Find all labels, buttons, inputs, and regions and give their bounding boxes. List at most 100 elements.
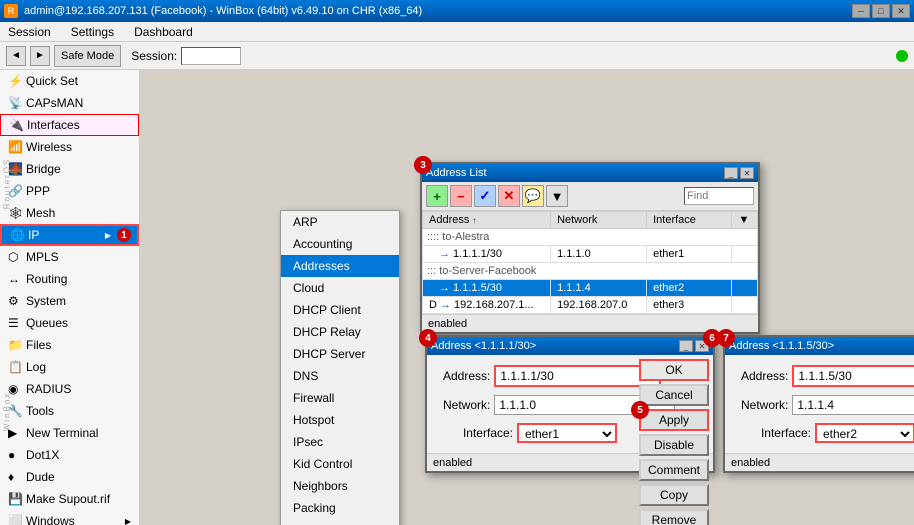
copy-button-left[interactable]: Copy xyxy=(639,484,709,506)
address-list-window: 3 Address List _ ✕ + − ✓ ✕ 💬 ▼ xyxy=(420,162,760,334)
addr-filter-button[interactable]: ▼ xyxy=(546,185,568,207)
addr-remove-button[interactable]: − xyxy=(450,185,472,207)
ok-button-left[interactable]: OK xyxy=(639,359,709,381)
sidebar-item-routing[interactable]: ↔ Routing xyxy=(0,268,139,290)
forward-button[interactable]: ► xyxy=(30,46,50,66)
addr-cell: → 1.1.1.1/30 xyxy=(423,246,551,263)
sidebar-item-files[interactable]: 📁 Files xyxy=(0,334,139,356)
network-form-group: Network: ▼ xyxy=(435,391,625,419)
addr-detail-right-titlebar[interactable]: Address <1.1.1.5/30> _ ✕ xyxy=(725,337,914,355)
submenu-packing[interactable]: Packing xyxy=(281,497,399,519)
address-list-titlebar[interactable]: Address List _ ✕ xyxy=(422,164,758,182)
menu-dashboard[interactable]: Dashboard xyxy=(130,25,197,39)
sidebar-item-newterminal[interactable]: ▶ New Terminal xyxy=(0,422,139,444)
address-input[interactable] xyxy=(496,367,659,385)
sidebar-item-bridge[interactable]: 🌉 Bridge xyxy=(0,158,139,180)
table-row-selected[interactable]: → 1.1.1.5/30 1.1.1.4 ether2 xyxy=(423,280,758,297)
apply-button-left[interactable]: Apply xyxy=(639,409,709,431)
address-input-container xyxy=(494,365,661,387)
sidebar-item-ppp[interactable]: 🔗 PPP xyxy=(0,180,139,202)
remove-button-left[interactable]: Remove xyxy=(639,509,709,525)
submenu-accounting[interactable]: Accounting xyxy=(281,233,399,255)
sidebar-label-dot1x: Dot1X xyxy=(26,448,59,462)
interface-select[interactable]: ether1 xyxy=(519,425,615,443)
submenu-pool[interactable]: Pool xyxy=(281,519,399,525)
session-label: Session: xyxy=(131,49,177,63)
col-dropdown[interactable]: ▼ xyxy=(732,212,758,229)
table-row[interactable]: :::: to-Alestra xyxy=(423,229,758,246)
interface-label: Interface: xyxy=(443,426,513,440)
sidebar-item-capsman[interactable]: 📡 CAPsMAN xyxy=(0,92,139,114)
disable-button-left[interactable]: Disable xyxy=(639,434,709,456)
network-input-right[interactable] xyxy=(793,396,914,414)
interface-cell: ether1 xyxy=(647,246,732,263)
sidebar-item-radius[interactable]: ◉ RADIUS xyxy=(0,378,139,400)
badge-1: 1 xyxy=(117,228,131,242)
sidebar-item-queues[interactable]: ☰ Queues xyxy=(0,312,139,334)
interface-select-container: ether1 xyxy=(517,423,617,443)
menu-settings[interactable]: Settings xyxy=(67,25,118,39)
col-address: Address ↑ xyxy=(423,212,551,229)
submenu-neighbors[interactable]: Neighbors xyxy=(281,475,399,497)
table-row[interactable]: ::: to-Server-Facebook xyxy=(423,263,758,280)
cancel-button-left[interactable]: Cancel xyxy=(639,384,709,406)
sidebar-item-interfaces[interactable]: 🔌 Interfaces xyxy=(0,114,139,136)
sidebar-item-ip[interactable]: 🌐 IP ▶ 1 xyxy=(0,224,139,246)
addr-comment-button[interactable]: 💬 xyxy=(522,185,544,207)
addr-cell-selected: → 1.1.1.5/30 xyxy=(423,280,551,297)
submenu-dns[interactable]: DNS xyxy=(281,365,399,387)
sidebar-item-wireless[interactable]: 📶 Wireless xyxy=(0,136,139,158)
addr-list-close[interactable]: ✕ xyxy=(740,167,754,179)
menu-session[interactable]: Session xyxy=(4,25,55,39)
sidebar-item-log[interactable]: 📋 Log xyxy=(0,356,139,378)
sidebar-item-dude[interactable]: ♦ Dude xyxy=(0,466,139,488)
back-button[interactable]: ◄ xyxy=(6,46,26,66)
address-label-right: Address: xyxy=(741,369,788,383)
addr-detail-left-titlebar[interactable]: Address <1.1.1.1/30> _ ✕ xyxy=(427,337,713,355)
maximize-button[interactable]: □ xyxy=(872,4,890,18)
minimize-button[interactable]: ─ xyxy=(852,4,870,18)
submenu-dhcprelay[interactable]: DHCP Relay xyxy=(281,321,399,343)
row-action-selected xyxy=(732,280,758,297)
windows-arrow-icon: ▶ xyxy=(125,517,131,525)
addr-enable-button[interactable]: ✓ xyxy=(474,185,496,207)
sidebar-label-mpls: MPLS xyxy=(26,250,59,264)
ip-arrow-icon: ▶ xyxy=(105,231,111,240)
close-button[interactable]: ✕ xyxy=(892,4,910,18)
submenu-hotspot[interactable]: Hotspot xyxy=(281,409,399,431)
sidebar-item-system[interactable]: ⚙ System xyxy=(0,290,139,312)
addr-list-minimize[interactable]: _ xyxy=(724,167,738,179)
sidebar-item-dot1x[interactable]: ● Dot1X xyxy=(0,444,139,466)
session-input[interactable] xyxy=(181,47,241,65)
submenu-cloud[interactable]: Cloud xyxy=(281,277,399,299)
addr-add-button[interactable]: + xyxy=(426,185,448,207)
interface-select-right[interactable]: ether2 xyxy=(817,425,913,443)
sidebar-label-tools: Tools xyxy=(26,404,54,418)
safe-mode-button[interactable]: Safe Mode xyxy=(54,45,121,67)
sidebar-item-tools[interactable]: 🔧 Tools xyxy=(0,400,139,422)
submenu-addresses[interactable]: Addresses xyxy=(281,255,399,277)
table-row[interactable]: D → 192.168.207.1... 192.168.207.0 ether… xyxy=(423,297,758,314)
col-network: Network xyxy=(551,212,647,229)
sidebar-item-makesupout[interactable]: 💾 Make Supout.rif xyxy=(0,488,139,510)
sidebar-label-interfaces: Interfaces xyxy=(27,118,80,132)
address-input-right[interactable] xyxy=(794,367,914,385)
addr-right-statusbar: enabled xyxy=(725,453,914,471)
sidebar-item-mesh[interactable]: 🕸 Mesh xyxy=(0,202,139,224)
sidebar-item-mpls[interactable]: ⬡ MPLS xyxy=(0,246,139,268)
sidebar-item-quickset[interactable]: ⚡ Quick Set xyxy=(0,70,139,92)
addr-find-input[interactable] xyxy=(684,187,754,205)
address-list-title: Address List xyxy=(426,167,487,179)
submenu-ipsec[interactable]: IPsec xyxy=(281,431,399,453)
comment-button-left[interactable]: Comment xyxy=(639,459,709,481)
row-action xyxy=(732,246,758,263)
submenu-dhcpclient[interactable]: DHCP Client xyxy=(281,299,399,321)
submenu-arp[interactable]: ARP xyxy=(281,211,399,233)
submenu-dhcpserver[interactable]: DHCP Server xyxy=(281,343,399,365)
sidebar-item-windows[interactable]: ⬜ Windows ▶ xyxy=(0,510,139,525)
addr-left-minimize[interactable]: _ xyxy=(679,340,693,352)
table-row[interactable]: → 1.1.1.1/30 1.1.1.0 ether1 xyxy=(423,246,758,263)
addr-disable-button[interactable]: ✕ xyxy=(498,185,520,207)
submenu-firewall[interactable]: Firewall xyxy=(281,387,399,409)
submenu-kidcontrol[interactable]: Kid Control xyxy=(281,453,399,475)
